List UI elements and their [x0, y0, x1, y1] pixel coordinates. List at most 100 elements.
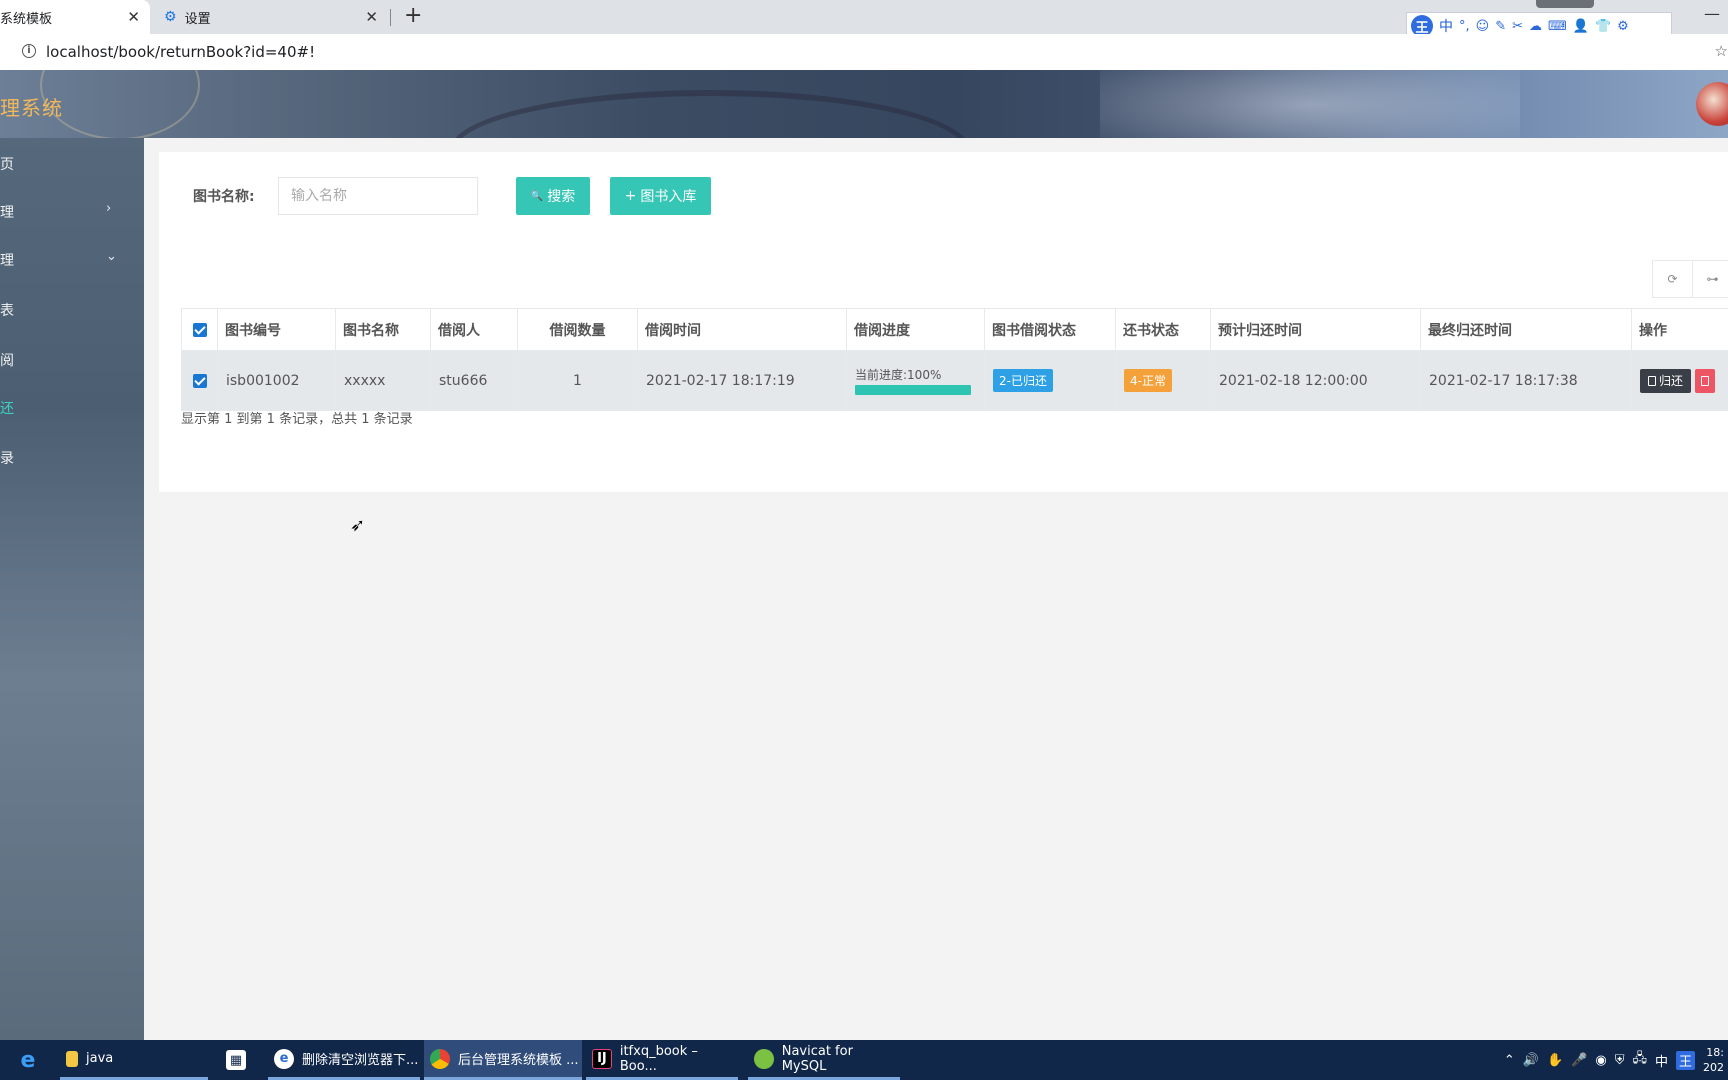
progress-text: 当前进度:100% [855, 368, 942, 382]
taskbar-item-label: 后台管理系统模板 ... [458, 1053, 579, 1068]
sidebar-item-label: 理 [0, 253, 14, 269]
taskbar-item-navicat[interactable]: Navicat for MySQL [748, 1040, 900, 1080]
sidebar-item-label: 录 [0, 451, 14, 467]
taskbar-item-label: java [86, 1051, 114, 1066]
close-icon[interactable]: ✕ [127, 8, 140, 26]
cell-borrow-time: 2021-02-17 18:17:19 [637, 350, 847, 411]
clock[interactable]: 18: 202 [1703, 1045, 1724, 1075]
network-icon[interactable]: 🖧 [1632, 1049, 1647, 1071]
ime-indicator[interactable]: 中 [1655, 1051, 1668, 1070]
taskbar-item-store[interactable]: ▦ [220, 1040, 246, 1080]
sidebar-item-label: 理 [0, 205, 14, 221]
volume-icon[interactable]: 🔊 [1523, 1053, 1539, 1068]
plus-icon: + [624, 188, 637, 204]
ime-punctuation-icon[interactable]: °, [1459, 19, 1470, 34]
star-icon[interactable]: ☆ [1715, 42, 1728, 60]
intellij-icon: IJ [592, 1048, 612, 1069]
hand-icon[interactable]: ✋ [1547, 1053, 1563, 1068]
header-borrow-time[interactable]: 借阅时间 [637, 308, 847, 351]
taskbar-item-label: Navicat for MySQL [781, 1043, 853, 1074]
header-select-all[interactable] [181, 308, 218, 351]
chevron-right-icon: › [106, 201, 112, 216]
clock-time: 18: [1706, 1046, 1724, 1059]
status-badge: 2-已归还 [993, 369, 1053, 392]
sidebar-item-records[interactable]: 录 [0, 446, 144, 470]
search-label: 图书名称: [193, 189, 255, 205]
status-badge: 4-正常 [1124, 369, 1172, 392]
taskbar-item-ie[interactable]: e 删除清空浏览器下... [268, 1040, 420, 1080]
cell-quantity: 1 [517, 350, 638, 411]
keyboard-icon[interactable]: ⌨ [1548, 19, 1567, 34]
emoji-icon[interactable]: ☺ [1476, 19, 1490, 34]
header-progress[interactable]: 借阅进度 [846, 308, 985, 351]
checkbox-checked-icon[interactable] [192, 322, 207, 337]
tab-settings[interactable]: ⚙ 设置 ✕ [152, 0, 388, 34]
search-input[interactable] [278, 177, 478, 215]
sidebar-item-manage-1[interactable]: 理 › [0, 200, 144, 224]
taskbar-item-chrome[interactable]: 后台管理系统模板 ... [424, 1040, 582, 1080]
sidebar-item-return[interactable]: 还 [0, 396, 144, 420]
ime-handle[interactable] [1536, 0, 1594, 8]
header-borrow-status[interactable]: 图书借阅状态 [984, 308, 1116, 351]
sidebar-item-list[interactable]: 表 [0, 298, 144, 322]
sidebar-item-home[interactable]: 页 [0, 152, 144, 176]
header-borrower[interactable]: 借阅人 [430, 308, 518, 351]
tab-active[interactable]: 系统模板 ✕ [0, 0, 150, 34]
pen-icon[interactable]: ✎ [1495, 19, 1506, 34]
navicat-icon [754, 1048, 774, 1069]
sidebar-item-label: 页 [0, 157, 14, 173]
checkbox-checked-icon[interactable] [192, 373, 207, 388]
app-header: 理系统 [0, 70, 1728, 138]
add-book-button[interactable]: + 图书入库 [610, 177, 711, 215]
header-book-id[interactable]: 图书编号 [217, 308, 336, 351]
book-icon [1648, 375, 1656, 386]
skin-icon[interactable]: 👕 [1595, 19, 1611, 34]
edge-icon[interactable]: e [12, 1040, 38, 1080]
content-panel: 图书名称: 🔍 搜索 + 图书入库 ⟳ ⊶ 图书编号 图书名称 借阅人 借阅数量… [159, 152, 1728, 492]
header-decoration [1100, 70, 1520, 138]
header-book-name[interactable]: 图书名称 [335, 308, 431, 351]
user-icon[interactable]: 👤 [1573, 19, 1589, 34]
taskbar-item-intellij[interactable]: IJ itfxq_book – Boo... [586, 1040, 738, 1080]
new-tab-button[interactable]: + [404, 3, 422, 28]
info-icon[interactable]: i [22, 44, 36, 58]
ime-logo-icon[interactable]: 王 [1675, 1050, 1695, 1070]
cell-progress: 当前进度:100% [846, 350, 985, 411]
progress-bar-fill [855, 385, 971, 395]
header-quantity[interactable]: 借阅数量 [517, 308, 638, 351]
search-button[interactable]: 🔍 搜索 [516, 177, 590, 215]
chevron-up-icon[interactable]: ⌃ [1504, 1053, 1515, 1068]
header-decoration [40, 70, 200, 138]
header-expected-return[interactable]: 预计归还时间 [1210, 308, 1421, 351]
return-button-label: 归还 [1659, 374, 1684, 388]
minimize-button[interactable]: — [1704, 4, 1720, 23]
scissors-icon[interactable]: ✂ [1512, 19, 1523, 34]
shield-icon[interactable]: ⛨ [1615, 1053, 1625, 1068]
table-row[interactable]: isb001002 xxxxx stu666 1 2021-02-17 18:1… [181, 350, 1728, 411]
sidebar-item-manage-2[interactable]: 理 ⌄ [0, 248, 144, 272]
delete-button[interactable] [1695, 368, 1716, 393]
header-decoration [450, 90, 970, 138]
microphone-icon[interactable]: 🎤 [1571, 1053, 1587, 1068]
close-icon[interactable]: ✕ [365, 8, 378, 26]
header-final-return[interactable]: 最终归还时间 [1420, 308, 1632, 351]
sidebar-item-label: 还 [0, 401, 14, 417]
sidebar-item-borrow[interactable]: 阅 [0, 348, 144, 372]
sidebar: 页 理 › 理 ⌄ 表 阅 还 录 [0, 138, 144, 1040]
avatar[interactable] [1696, 82, 1728, 126]
edge-icon: e [20, 1047, 36, 1073]
cloud-icon[interactable]: ☁ [1529, 19, 1542, 34]
settings-icon[interactable]: ⚙ [1617, 19, 1629, 34]
sidebar-item-label: 阅 [0, 353, 14, 369]
taskbar-item-java[interactable]: java [60, 1040, 208, 1080]
columns-icon[interactable]: ⊶ [1693, 261, 1728, 297]
refresh-icon[interactable]: ⟳ [1653, 261, 1693, 297]
ime-mode-toggle[interactable]: 中 [1439, 16, 1453, 36]
url-text[interactable]: localhost/book/returnBook?id=40#! [46, 43, 315, 61]
row-select-cell[interactable] [181, 350, 218, 411]
return-button[interactable]: 归还 [1640, 368, 1692, 393]
header-return-status[interactable]: 还书状态 [1115, 308, 1211, 351]
globe-icon[interactable]: ◉ [1595, 1053, 1606, 1068]
header-actions: 操作 [1631, 308, 1728, 351]
taskbar: e java ▦ e 删除清空浏览器下... 后台管理系统模板 ... IJ i… [0, 1040, 1728, 1080]
